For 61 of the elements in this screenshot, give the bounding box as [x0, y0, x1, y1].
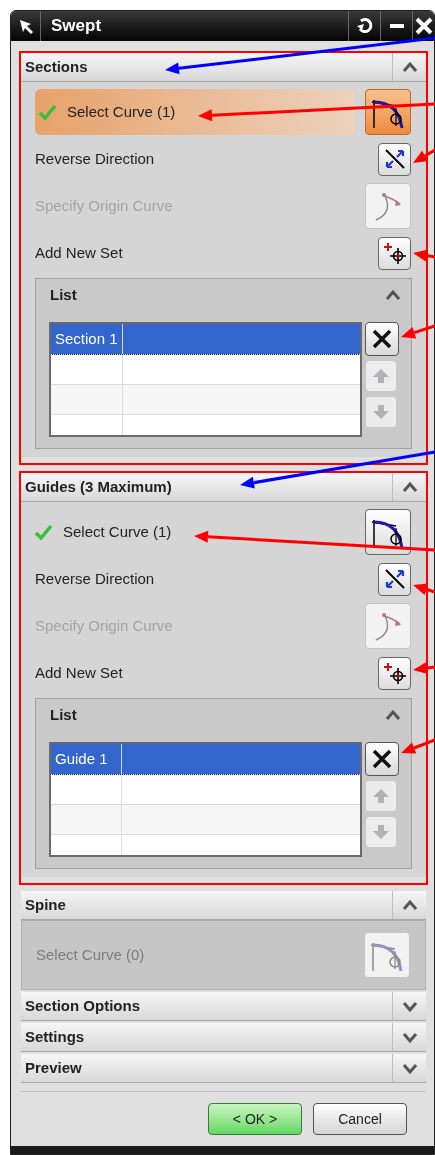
- reverse-arrows-icon: [382, 567, 407, 591]
- chevron-up-icon: [401, 480, 418, 494]
- arrow-down-icon: [372, 403, 390, 421]
- group-header[interactable]: Settings: [21, 1023, 426, 1052]
- group-header[interactable]: Guides (3 Maximum): [21, 473, 426, 502]
- row-label: Add New Set: [35, 242, 123, 263]
- add-set-button[interactable]: [378, 656, 411, 690]
- chevron-up-icon: [385, 708, 401, 722]
- active-selection-row[interactable]: Select Curve (1): [35, 89, 355, 135]
- remove-button[interactable]: [365, 742, 399, 776]
- chevron-up-icon: [385, 288, 401, 302]
- row-label: Add New Set: [35, 662, 123, 683]
- group-title: Guides (3 Maximum): [24, 476, 173, 497]
- crosshair-plus-icon: [382, 661, 407, 685]
- group-header[interactable]: Preview: [21, 1054, 426, 1083]
- reverse-arrows-icon: [382, 147, 407, 171]
- reset-icon: [355, 17, 374, 35]
- cancel-button[interactable]: Cancel: [313, 1103, 407, 1135]
- window-title: Swept: [51, 15, 103, 38]
- ok-button[interactable]: < OK >: [208, 1103, 302, 1135]
- minimize-icon: [389, 24, 404, 28]
- group-header[interactable]: Section Options: [21, 992, 426, 1021]
- close-button[interactable]: [412, 11, 434, 41]
- select-curve-button[interactable]: [365, 89, 411, 135]
- row-label: Reverse Direction: [35, 148, 155, 169]
- row-label: Select Curve (0): [36, 944, 145, 965]
- chevron-up-icon: [401, 898, 418, 912]
- close-icon: [371, 328, 393, 350]
- reverse-button[interactable]: [378, 562, 411, 596]
- add-set-button[interactable]: [378, 236, 411, 270]
- row-label: Select Curve (1): [63, 521, 172, 542]
- group-title: Preview: [24, 1057, 83, 1078]
- list-header[interactable]: List: [36, 699, 411, 731]
- row-label: Select Curve (1): [67, 101, 176, 122]
- group-title: Section Options: [24, 995, 141, 1016]
- list-row[interactable]: Guide 1: [51, 744, 360, 774]
- list-header[interactable]: List: [36, 279, 411, 311]
- arrow-up-icon: [372, 787, 390, 805]
- group-header[interactable]: Sections: [21, 53, 426, 82]
- arrow-up-icon: [372, 367, 390, 385]
- row-label: Reverse Direction: [35, 568, 155, 589]
- list-title: List: [50, 704, 78, 725]
- pointer-icon: [17, 18, 34, 34]
- arrow-down-icon: [372, 823, 390, 841]
- list-title: List: [50, 284, 78, 305]
- reverse-button[interactable]: [378, 142, 411, 176]
- chevron-down-icon: [401, 999, 418, 1013]
- group-title: Sections: [24, 56, 89, 77]
- crosshair-plus-icon: [382, 241, 407, 265]
- remove-button[interactable]: [365, 322, 399, 356]
- list-row[interactable]: Section 1: [51, 324, 360, 354]
- group-title: Settings: [24, 1026, 86, 1047]
- list-item-label: Guide 1: [55, 749, 108, 767]
- chevron-down-icon: [401, 1030, 418, 1044]
- close-icon: [371, 748, 393, 770]
- chevron-up-icon: [401, 60, 418, 74]
- chevron-down-icon: [401, 1061, 418, 1075]
- select-curve-button[interactable]: [365, 509, 411, 555]
- group-title: Spine: [24, 894, 67, 915]
- list-item-label: Section 1: [55, 329, 118, 347]
- close-icon: [415, 17, 433, 35]
